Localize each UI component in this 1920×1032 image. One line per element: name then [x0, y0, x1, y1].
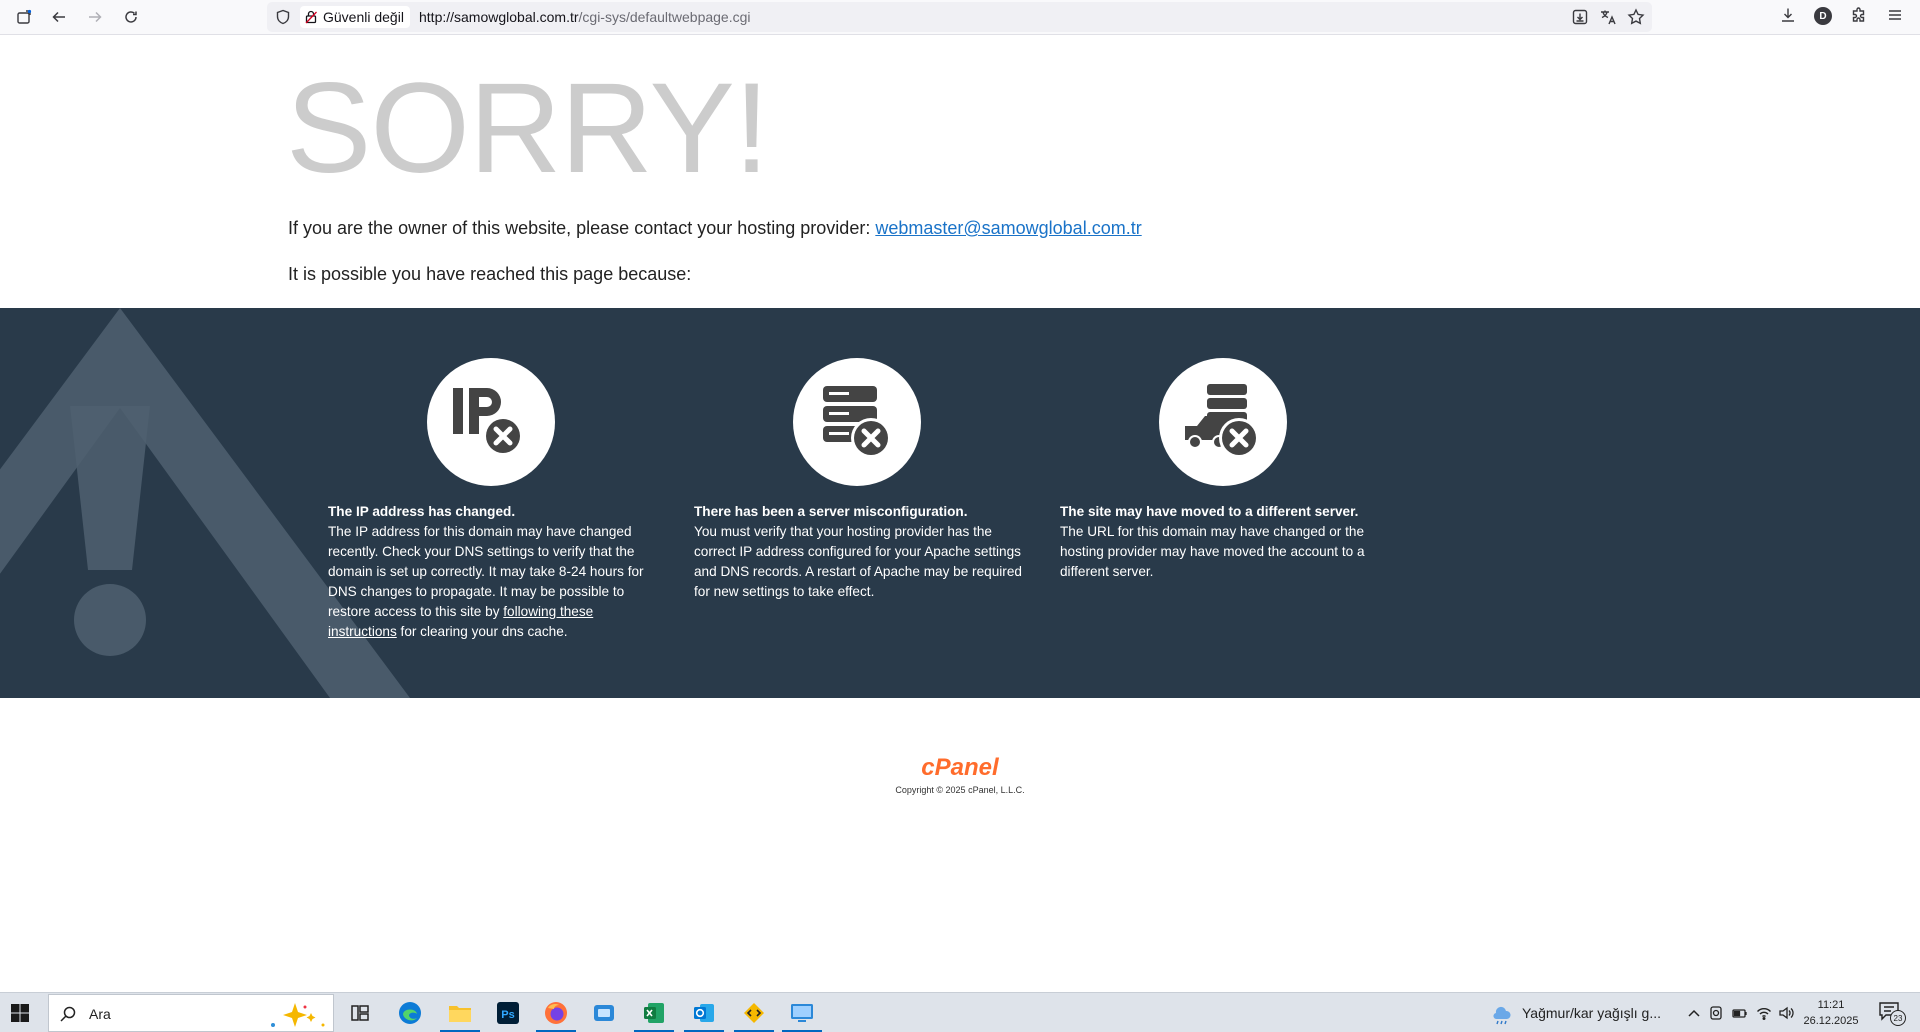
- screen-snip-icon[interactable]: [584, 997, 624, 1029]
- reason-heading: The IP address has changed.: [328, 504, 516, 519]
- extensions-icon[interactable]: [1850, 6, 1868, 24]
- security-label: Güvenli değil: [323, 9, 404, 25]
- notification-count-badge: 23: [1890, 1010, 1906, 1026]
- reason-body-after: for clearing your dns cache.: [396, 624, 568, 639]
- server-error-icon: [793, 358, 921, 486]
- cpanel-logo: cPanel: [921, 754, 1000, 780]
- rain-snow-icon: [1493, 1006, 1511, 1025]
- bookmark-star-icon[interactable]: [1627, 8, 1645, 26]
- tracking-shield-icon[interactable]: [275, 9, 291, 25]
- wifi-icon[interactable]: [1756, 1005, 1772, 1021]
- downloads-icon[interactable]: [1779, 6, 1797, 24]
- copyright-text: Copyright © 2025 cPanel, L.L.C.: [895, 785, 1025, 795]
- reasons-banner: The IP address has changed. The IP addre…: [0, 308, 1920, 698]
- firefox-icon[interactable]: [536, 997, 576, 1032]
- reason-intro-text: It is possible you have reached this pag…: [288, 264, 692, 284]
- clock-time: 11:21: [1817, 999, 1845, 1011]
- back-icon[interactable]: [45, 4, 73, 30]
- excel-icon[interactable]: [634, 997, 674, 1032]
- reason-heading: The site may have moved to a different s…: [1060, 504, 1359, 519]
- ip-error-icon: [427, 358, 555, 486]
- weather-widget[interactable]: Yağmur/kar yağışlı g...: [1490, 1001, 1661, 1025]
- svg-text:Ps: Ps: [501, 1009, 514, 1021]
- reason-body: You must verify that your hosting provid…: [694, 524, 1022, 599]
- reason-body: The IP address for this domain may have …: [328, 524, 644, 619]
- remote-desktop-icon[interactable]: [782, 997, 822, 1032]
- weather-text: Yağmur/kar yağışlı g...: [1522, 1005, 1662, 1021]
- browser-toolbar: Güvenli değil http://samowglobal.com.tr/…: [0, 0, 1920, 35]
- windows-taskbar: Ara Ps Yağmur/kar yağışlı g... 11:21 26.…: [0, 992, 1920, 1032]
- volume-icon[interactable]: [1778, 1005, 1794, 1021]
- tab-overview-icon[interactable]: [10, 4, 38, 30]
- task-view-icon[interactable]: [340, 997, 380, 1029]
- system-clock[interactable]: 11:21 26.12.2025: [1800, 997, 1862, 1029]
- notification-center[interactable]: 23: [1878, 1001, 1908, 1026]
- translate-icon[interactable]: [1599, 8, 1617, 26]
- search-placeholder: Ara: [89, 1006, 111, 1022]
- copilot-sparkle-icon[interactable]: [265, 1001, 329, 1029]
- not-secure-indicator[interactable]: Güvenli değil: [300, 6, 410, 28]
- reason-body: The URL for this domain may have changed…: [1060, 524, 1365, 579]
- install-app-icon[interactable]: [1571, 8, 1589, 26]
- camera-icon[interactable]: [1708, 1005, 1724, 1021]
- menu-icon[interactable]: [1886, 6, 1904, 24]
- search-icon: [60, 1006, 76, 1022]
- reason-heading: There has been a server misconfiguration…: [694, 504, 968, 519]
- svg-text:cPanel: cPanel: [921, 754, 1000, 780]
- clock-date: 26.12.2025: [1803, 1015, 1859, 1027]
- windows-start-icon[interactable]: [10, 1003, 30, 1023]
- contact-email-link[interactable]: webmaster@samowglobal.com.tr: [875, 218, 1141, 238]
- reload-icon[interactable]: [117, 4, 145, 30]
- forward-icon[interactable]: [81, 4, 109, 30]
- moved-server-icon: [1159, 358, 1287, 486]
- code-editor-icon[interactable]: [734, 997, 774, 1032]
- account-avatar[interactable]: D: [1814, 7, 1832, 25]
- taskbar-search-box[interactable]: Ara: [48, 994, 334, 1032]
- url-text[interactable]: http://samowglobal.com.tr/cgi-sys/defaul…: [419, 9, 751, 25]
- photoshop-icon[interactable]: Ps: [488, 997, 528, 1029]
- url-bar[interactable]: Güvenli değil http://samowglobal.com.tr/…: [267, 2, 1652, 32]
- owner-contact-text: If you are the owner of this website, pl…: [288, 218, 1142, 238]
- page-title: SORRY!: [286, 57, 769, 200]
- show-hidden-icons-chevron-up-icon[interactable]: [1686, 1005, 1702, 1021]
- battery-icon[interactable]: [1732, 1005, 1748, 1021]
- insecure-lock-icon: [305, 10, 317, 24]
- edge-browser-icon[interactable]: [390, 997, 430, 1029]
- file-explorer-icon[interactable]: [440, 997, 480, 1032]
- outlook-icon[interactable]: [684, 997, 724, 1032]
